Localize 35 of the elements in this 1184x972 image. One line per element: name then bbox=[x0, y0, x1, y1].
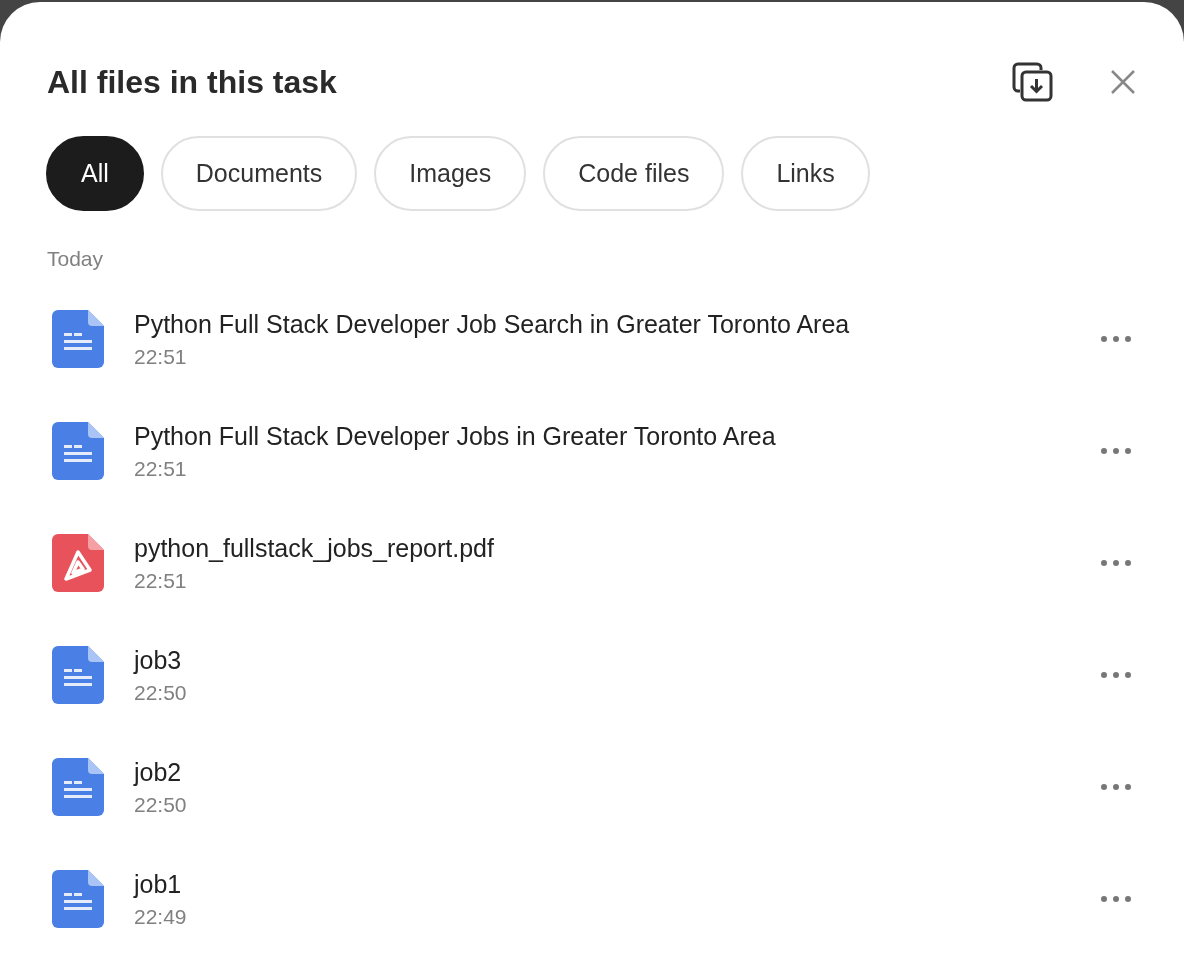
filter-tab[interactable]: Links bbox=[741, 136, 870, 211]
more-icon bbox=[1100, 335, 1132, 343]
file-time: 22:51 bbox=[134, 456, 188, 481]
filter-tab[interactable]: Documents bbox=[160, 136, 358, 211]
file-name[interactable]: Python Full Stack Developer Job Search in Greater Toronto Area bbox=[134, 309, 1096, 339]
dialog-title: All files in this task bbox=[47, 63, 338, 101]
more-icon bbox=[1100, 895, 1132, 903]
pdf-icon bbox=[52, 534, 104, 592]
file-time: 22:51 bbox=[134, 568, 188, 593]
more-icon bbox=[1100, 783, 1132, 791]
file-time: 22:49 bbox=[134, 904, 188, 929]
document-icon bbox=[52, 870, 104, 928]
file-name[interactable]: python_fullstack_jobs_report.pdf bbox=[134, 533, 1096, 563]
close-icon bbox=[1110, 69, 1136, 95]
file-time: 22:50 bbox=[134, 680, 188, 705]
file-name[interactable]: job2 bbox=[134, 757, 1096, 787]
more-icon bbox=[1100, 671, 1132, 679]
document-icon bbox=[52, 310, 104, 368]
more-icon bbox=[1100, 447, 1132, 455]
file-time: 22:50 bbox=[134, 792, 188, 817]
file-name[interactable]: job3 bbox=[134, 645, 1096, 675]
file-time: 22:51 bbox=[134, 344, 188, 369]
filter-tab[interactable]: All bbox=[46, 136, 144, 211]
document-icon bbox=[52, 646, 104, 704]
file-name[interactable]: job1 bbox=[134, 869, 1096, 899]
close-button[interactable] bbox=[1110, 69, 1136, 95]
filter-tab[interactable]: Code files bbox=[543, 136, 725, 211]
document-icon bbox=[52, 422, 104, 480]
more-icon bbox=[1100, 559, 1132, 567]
group-heading: Today bbox=[46, 246, 105, 272]
document-icon bbox=[52, 758, 104, 816]
download-all-button[interactable] bbox=[1012, 62, 1054, 102]
download-copies-icon bbox=[1012, 62, 1054, 102]
filter-tab[interactable]: Images bbox=[374, 136, 527, 211]
file-name[interactable]: Python Full Stack Developer Jobs in Greater Toronto Area bbox=[134, 421, 1096, 451]
